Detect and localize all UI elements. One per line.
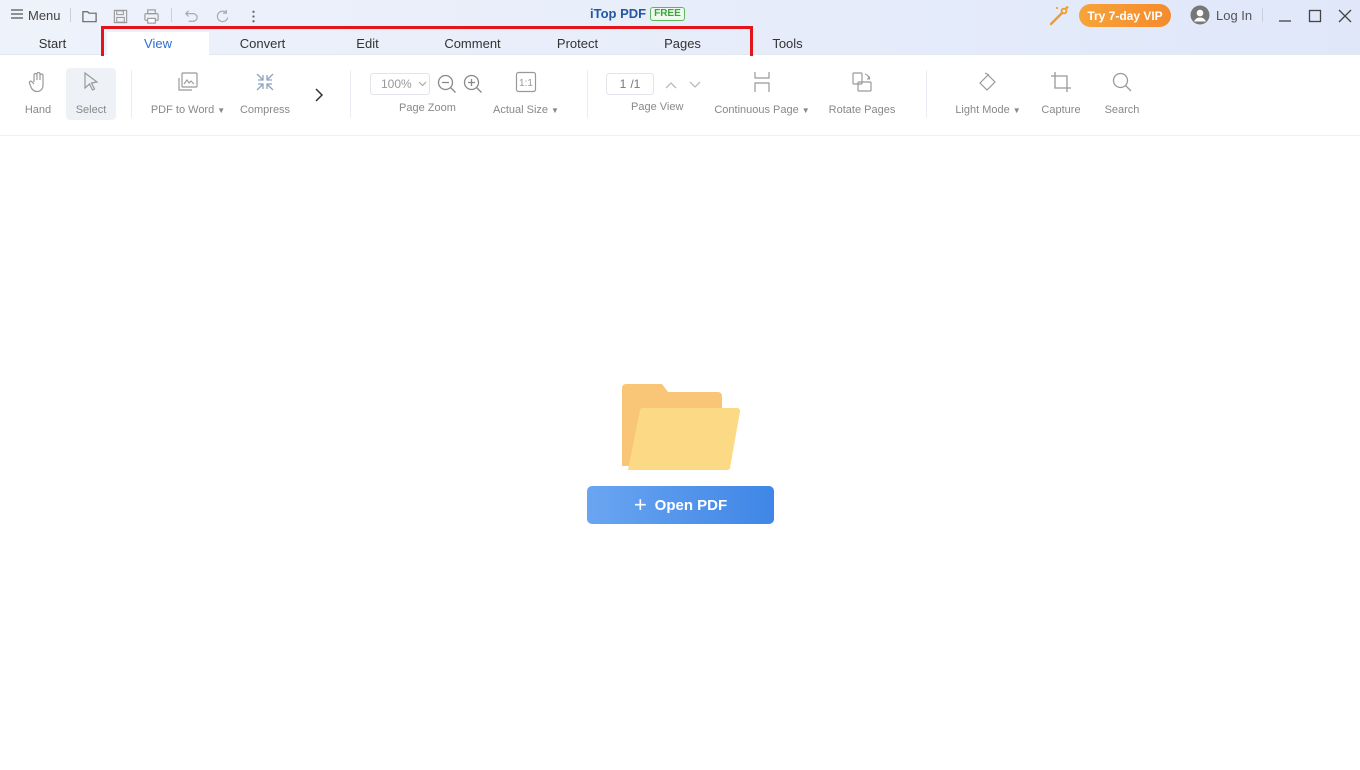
tab-convert[interactable]: Convert: [211, 32, 314, 55]
actual-size-icon: 1:1: [513, 68, 539, 96]
title-bar: Menu iTop PDF FREE Try 7-day VIP Log In: [0, 0, 1360, 32]
compress-tool[interactable]: Compress: [238, 68, 292, 116]
maximize-icon[interactable]: [1305, 6, 1325, 26]
capture-tool[interactable]: Capture: [1038, 68, 1084, 116]
actual-size-label: Actual Size ▼: [493, 104, 559, 116]
search-label: Search: [1104, 104, 1140, 116]
redo-icon[interactable]: [212, 6, 232, 26]
light-mode-tool[interactable]: Light Mode ▼: [951, 68, 1025, 116]
tab-view[interactable]: View: [107, 32, 209, 55]
app-title: iTop PDF FREE: [590, 6, 685, 21]
search-icon: [1109, 68, 1135, 96]
compress-icon: [252, 68, 278, 96]
page-view-label: Page View: [631, 101, 684, 113]
pdf-to-word-label: PDF to Word ▼: [150, 104, 226, 116]
next-page-icon[interactable]: [683, 73, 707, 97]
tab-protect[interactable]: Protect: [526, 32, 629, 55]
ribbon-tabs: Start View Convert Edit Comment Protect …: [0, 32, 1360, 55]
divider: [131, 70, 132, 118]
divider: [587, 70, 588, 118]
rotate-pages-tool[interactable]: Rotate Pages: [826, 68, 898, 116]
login-button[interactable]: Log In: [1190, 4, 1252, 26]
user-avatar-icon: [1190, 5, 1210, 25]
continuous-page-icon: [749, 68, 775, 96]
login-label: Log In: [1216, 7, 1253, 23]
free-badge: FREE: [650, 6, 685, 21]
zoom-value: 100%: [381, 77, 412, 91]
actual-size-tool[interactable]: 1:1 Actual Size ▼: [491, 68, 561, 116]
hand-label: Hand: [24, 104, 52, 116]
search-tool[interactable]: Search: [1100, 68, 1144, 116]
zoom-out-icon[interactable]: [435, 72, 459, 96]
hand-tool[interactable]: Hand: [23, 68, 53, 116]
hand-icon: [25, 68, 51, 96]
continuous-page-tool[interactable]: Continuous Page ▼: [712, 68, 812, 116]
capture-label: Capture: [1041, 104, 1081, 116]
close-icon[interactable]: [1335, 6, 1355, 26]
tab-pages[interactable]: Pages: [631, 32, 734, 55]
menu-button[interactable]: Menu: [10, 6, 61, 24]
folder-icon: [618, 380, 742, 472]
tab-comment[interactable]: Comment: [421, 32, 524, 55]
divider: [171, 8, 172, 22]
open-pdf-button[interactable]: + Open PDF: [587, 486, 774, 524]
current-page: 1: [619, 77, 627, 91]
continuous-page-label: Continuous Page ▼: [714, 104, 810, 116]
print-icon[interactable]: [141, 6, 161, 26]
magic-wand-icon[interactable]: [1047, 4, 1071, 28]
paint-bucket-icon: [975, 68, 1001, 96]
view-toolbar: Hand Select PDF to Word ▼ Compress 100% P…: [0, 56, 1360, 136]
divider: [926, 70, 927, 118]
previous-page-icon[interactable]: [659, 73, 683, 97]
divider: [1262, 8, 1263, 22]
rotate-pages-label: Rotate Pages: [828, 104, 896, 116]
open-pdf-label: Open PDF: [654, 496, 728, 514]
hamburger-icon: [10, 8, 24, 23]
zoom-select[interactable]: 100%: [370, 73, 430, 95]
try-vip-button[interactable]: Try 7-day VIP: [1079, 4, 1171, 27]
rotate-pages-icon: [849, 68, 875, 96]
chevron-right-icon[interactable]: [307, 83, 331, 107]
pdf-to-word-tool[interactable]: PDF to Word ▼: [146, 68, 230, 116]
zoom-in-icon[interactable]: [461, 72, 485, 96]
divider: [350, 70, 351, 118]
divider: [70, 8, 71, 22]
crop-icon: [1048, 68, 1074, 96]
more-options-icon[interactable]: [243, 6, 263, 26]
app-name: iTop PDF: [590, 6, 647, 21]
plus-icon: +: [633, 492, 647, 517]
menu-label: Menu: [28, 7, 61, 23]
page-number-input[interactable]: 1 /1: [606, 73, 654, 95]
undo-icon[interactable]: [180, 6, 200, 26]
tab-edit[interactable]: Edit: [316, 32, 419, 55]
tab-tools[interactable]: Tools: [736, 32, 839, 55]
save-icon[interactable]: [110, 6, 130, 26]
light-mode-label: Light Mode ▼: [955, 104, 1021, 116]
page-zoom-label: Page Zoom: [399, 102, 456, 114]
select-tool[interactable]: Select: [66, 68, 116, 120]
tab-start[interactable]: Start: [0, 32, 105, 55]
select-label: Select: [75, 104, 107, 116]
cursor-arrow-icon: [78, 68, 104, 96]
open-folder-icon[interactable]: [79, 6, 99, 26]
pdf-to-image-icon: [175, 68, 201, 96]
compress-label: Compress: [239, 104, 291, 116]
total-pages: /1: [630, 77, 641, 91]
chevron-down-icon: [418, 81, 427, 87]
minimize-icon[interactable]: [1275, 6, 1295, 26]
svg-text:1:1: 1:1: [519, 78, 533, 89]
